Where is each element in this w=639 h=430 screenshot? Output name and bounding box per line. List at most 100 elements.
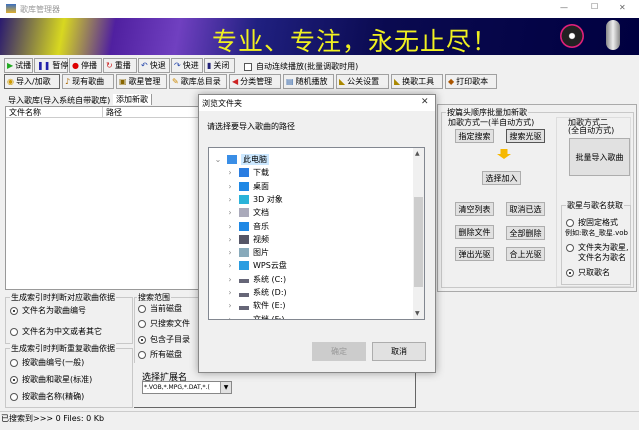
- play-button[interactable]: ▶ 试播: [4, 58, 33, 73]
- cloud-icon: [239, 261, 249, 271]
- column-header-filename[interactable]: 文件名称: [6, 107, 103, 118]
- tab-category[interactable]: ◀ 分类管理: [229, 74, 281, 89]
- tree-item-label: 视频: [253, 234, 269, 244]
- cancel-button[interactable]: 取消: [372, 342, 426, 361]
- close-player-button[interactable]: ▮ 关闭: [204, 58, 235, 73]
- radio-current-disk[interactable]: 当前磁盘: [138, 303, 182, 314]
- close-cd-button[interactable]: 合上光驱: [506, 247, 545, 261]
- subtab-import-library[interactable]: 导入歌库(导入系统自带歌库): [8, 95, 110, 106]
- catalog-icon: ✎: [172, 77, 179, 86]
- tree-item-label: 3D 对象: [253, 194, 283, 204]
- radio-files-only[interactable]: 只搜索文件: [138, 318, 190, 329]
- tree-item[interactable]: › 桌面: [225, 180, 269, 193]
- random-icon: ▤: [286, 77, 294, 86]
- chevron-right-icon[interactable]: ›: [225, 315, 235, 319]
- chevron-right-icon[interactable]: ›: [225, 208, 235, 217]
- radio-by-number[interactable]: 按歌曲编号(一般): [10, 357, 84, 368]
- radio-name-only[interactable]: 只取歌名: [566, 267, 610, 278]
- eject-cd-button[interactable]: 弹出光驱: [455, 247, 494, 261]
- right-panel: 按篇头顺序批量加新歌 加歌方式一(半自动方式) 指定搜索 搜索光驱 选择加入 清…: [437, 104, 637, 292]
- video-icon: [239, 234, 249, 244]
- tree-item[interactable]: › 音乐: [225, 220, 269, 233]
- tab-singers[interactable]: ▣ 歌星管理: [116, 74, 167, 89]
- print-icon: ◆: [448, 77, 455, 86]
- subtab-add-song[interactable]: 添加新歌: [113, 94, 152, 105]
- tab-random[interactable]: ▤ 随机播放: [283, 74, 334, 89]
- scroll-up-icon[interactable]: ▲: [415, 150, 420, 157]
- chevron-down-icon[interactable]: ▼: [220, 382, 231, 393]
- chevron-right-icon[interactable]: ›: [225, 195, 235, 204]
- tree-item-label: WPS云盘: [253, 261, 287, 271]
- scroll-down-icon[interactable]: ▼: [415, 310, 420, 317]
- tree-item[interactable]: › 文档: [225, 206, 269, 219]
- chevron-right-icon[interactable]: ›: [225, 235, 235, 244]
- tab-print[interactable]: ◆ 打印歌本: [445, 74, 497, 89]
- radio-all-disks[interactable]: 所有磁盘: [138, 349, 182, 360]
- clear-list-button[interactable]: 清空列表: [455, 202, 494, 216]
- radio-fixed-format[interactable]: 按固定格式: [566, 217, 618, 228]
- settings-icon: ◣: [339, 77, 346, 86]
- tab-settings[interactable]: ◣ 公关设置: [336, 74, 389, 89]
- tree-item-label: 图片: [253, 248, 269, 258]
- tree-item[interactable]: › 下载: [225, 166, 269, 179]
- stop-icon: ●: [72, 61, 79, 70]
- tree-item[interactable]: › 图片: [225, 246, 269, 259]
- tree-scrollbar[interactable]: ▲ ▼: [413, 148, 424, 319]
- tab-songs[interactable]: ♪ 现有歌曲: [62, 74, 114, 89]
- auto-play-checkbox[interactable]: 自动连续播放(批量调歌时用): [244, 61, 358, 72]
- record-icon: [560, 24, 584, 48]
- ok-button[interactable]: 确定: [312, 342, 366, 361]
- chevron-right-icon[interactable]: ›: [225, 301, 235, 310]
- tab-catalog[interactable]: ✎ 歌库总目录: [169, 74, 227, 89]
- extension-combo[interactable]: *.VOB,*.MPG,*.DAT,*.( ▼: [142, 381, 232, 394]
- tree-item[interactable]: › 系统 (D:): [225, 286, 287, 299]
- example-label: 例如:歌名_歌星.vob: [565, 229, 628, 237]
- radio-by-song-singer[interactable]: 按歌曲和歌星(标准): [10, 374, 92, 385]
- chevron-right-icon[interactable]: ›: [225, 275, 235, 284]
- chevron-right-icon[interactable]: ›: [225, 168, 235, 177]
- chevron-right-icon[interactable]: ›: [225, 288, 235, 297]
- forward-button[interactable]: ↷ 快进: [171, 58, 203, 73]
- delete-file-button[interactable]: 删除文件: [455, 225, 494, 239]
- chevron-right-icon[interactable]: ›: [225, 261, 235, 270]
- radio-filename-chinese[interactable]: 文件名为中文或者其它: [10, 326, 102, 337]
- radio-include-subdirs[interactable]: 包含子目录: [138, 334, 190, 345]
- tree-item-label: 桌面: [253, 181, 269, 191]
- batch-import-button[interactable]: 批量导入歌曲: [569, 138, 630, 176]
- specify-search-button[interactable]: 指定搜索: [455, 129, 494, 143]
- tree-item[interactable]: › 软件 (E:): [225, 299, 285, 312]
- search-cd-button[interactable]: 搜索光驱: [506, 129, 545, 143]
- chevron-right-icon[interactable]: ›: [225, 222, 235, 231]
- tree-item[interactable]: › 3D 对象: [225, 193, 283, 206]
- folder-tree[interactable]: ⌄ 此电脑 › 下载 › 桌面 › 3D 对象 › 文档 › 音乐 › 视频 › 图片 › WPS云盘 › 系统 (C…: [208, 147, 425, 320]
- close-icon: ▮: [207, 61, 212, 70]
- tab-tools[interactable]: ◣ 换歌工具: [391, 74, 443, 89]
- select-add-button[interactable]: 选择加入: [482, 171, 521, 185]
- tree-item[interactable]: › WPS云盘: [225, 259, 287, 272]
- minimize-button[interactable]: —: [560, 3, 568, 12]
- tree-item[interactable]: › 系统 (C:): [225, 273, 286, 286]
- chevron-right-icon[interactable]: ›: [225, 182, 235, 191]
- tree-item[interactable]: › 文档 (F:): [225, 313, 284, 319]
- delete-all-button[interactable]: 全部删除: [506, 226, 545, 240]
- dialog-close-button[interactable]: ✕: [421, 97, 429, 107]
- chevron-right-icon[interactable]: ›: [225, 248, 235, 257]
- song-icon: ♪: [65, 77, 71, 86]
- radio-by-song-name[interactable]: 按歌曲名称(精确): [10, 391, 84, 402]
- rewind-button[interactable]: ↶ 快退: [138, 58, 170, 73]
- maximize-button[interactable]: ☐: [591, 2, 598, 11]
- title-bar: 歌库管理器 — ☐ ✕: [0, 0, 639, 18]
- radio-filename-number[interactable]: 文件名为歌曲编号: [10, 305, 86, 316]
- replay-button[interactable]: ↻ 重播: [103, 58, 137, 73]
- tree-item[interactable]: ⌄ 此电脑: [213, 153, 269, 166]
- scroll-thumb[interactable]: [414, 197, 423, 287]
- tab-import[interactable]: ◉ 导入/加歌: [4, 74, 60, 89]
- tree-item[interactable]: › 视频: [225, 233, 269, 246]
- pause-button[interactable]: ❚❚ 暂停: [34, 58, 68, 73]
- tree-item-label: 系统 (D:): [253, 288, 287, 297]
- stop-button[interactable]: ● 停播: [69, 58, 102, 73]
- close-button[interactable]: ✕: [619, 3, 626, 12]
- banner-slogan: 专业、专注，永无止尽！: [212, 27, 499, 55]
- unselect-button[interactable]: 取消已选: [506, 202, 545, 216]
- chevron-down-icon[interactable]: ⌄: [213, 155, 223, 164]
